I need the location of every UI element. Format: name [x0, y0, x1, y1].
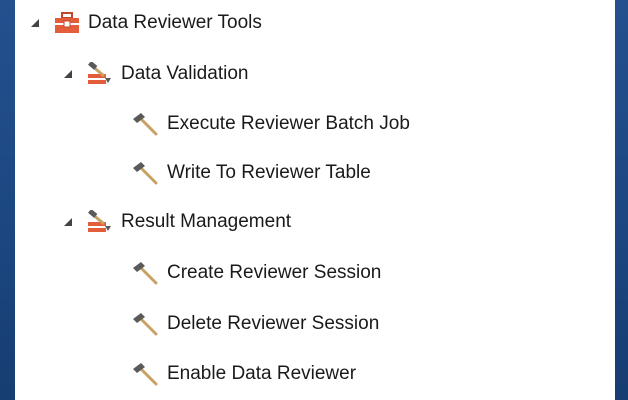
tree-item-result-management[interactable]: Result Management — [63, 207, 628, 237]
tree-item-data-validation[interactable]: Data Validation — [63, 59, 628, 89]
tool-label: Delete Reviewer Session — [167, 313, 380, 334]
tool-label: Write To Reviewer Table — [167, 162, 371, 183]
tool-create-reviewer-session[interactable]: Create Reviewer Session — [131, 258, 628, 288]
hammer-icon — [133, 113, 158, 136]
geoprocessing-tree-panel: Data Reviewer Tools Data Validation Exec… — [15, 0, 615, 400]
tree-item-data-reviewer-tools[interactable]: Data Reviewer Tools — [30, 8, 628, 38]
hammer-icon — [133, 313, 158, 336]
toolset-icon — [88, 62, 111, 84]
hammer-icon — [133, 162, 158, 185]
tool-execute-reviewer-batch-job[interactable]: Execute Reviewer Batch Job — [131, 109, 628, 139]
hammer-icon — [133, 363, 158, 386]
toolset-icon — [88, 210, 111, 232]
tool-label: Execute Reviewer Batch Job — [167, 113, 410, 134]
tool-enable-data-reviewer[interactable]: Enable Data Reviewer — [131, 359, 628, 389]
tool-write-to-reviewer-table[interactable]: Write To Reviewer Table — [131, 158, 628, 188]
expand-caret-icon[interactable] — [30, 18, 40, 28]
tool-delete-reviewer-session[interactable]: Delete Reviewer Session — [131, 309, 628, 339]
tool-label: Enable Data Reviewer — [167, 363, 357, 384]
hammer-icon — [133, 262, 158, 285]
expand-caret-icon[interactable] — [63, 69, 73, 79]
tool-label: Create Reviewer Session — [167, 262, 382, 283]
toolbox-icon — [55, 12, 79, 33]
tree-item-label: Result Management — [121, 211, 292, 232]
tree-item-label: Data Reviewer Tools — [88, 12, 262, 33]
tree-item-label: Data Validation — [121, 63, 249, 84]
expand-caret-icon[interactable] — [63, 217, 73, 227]
